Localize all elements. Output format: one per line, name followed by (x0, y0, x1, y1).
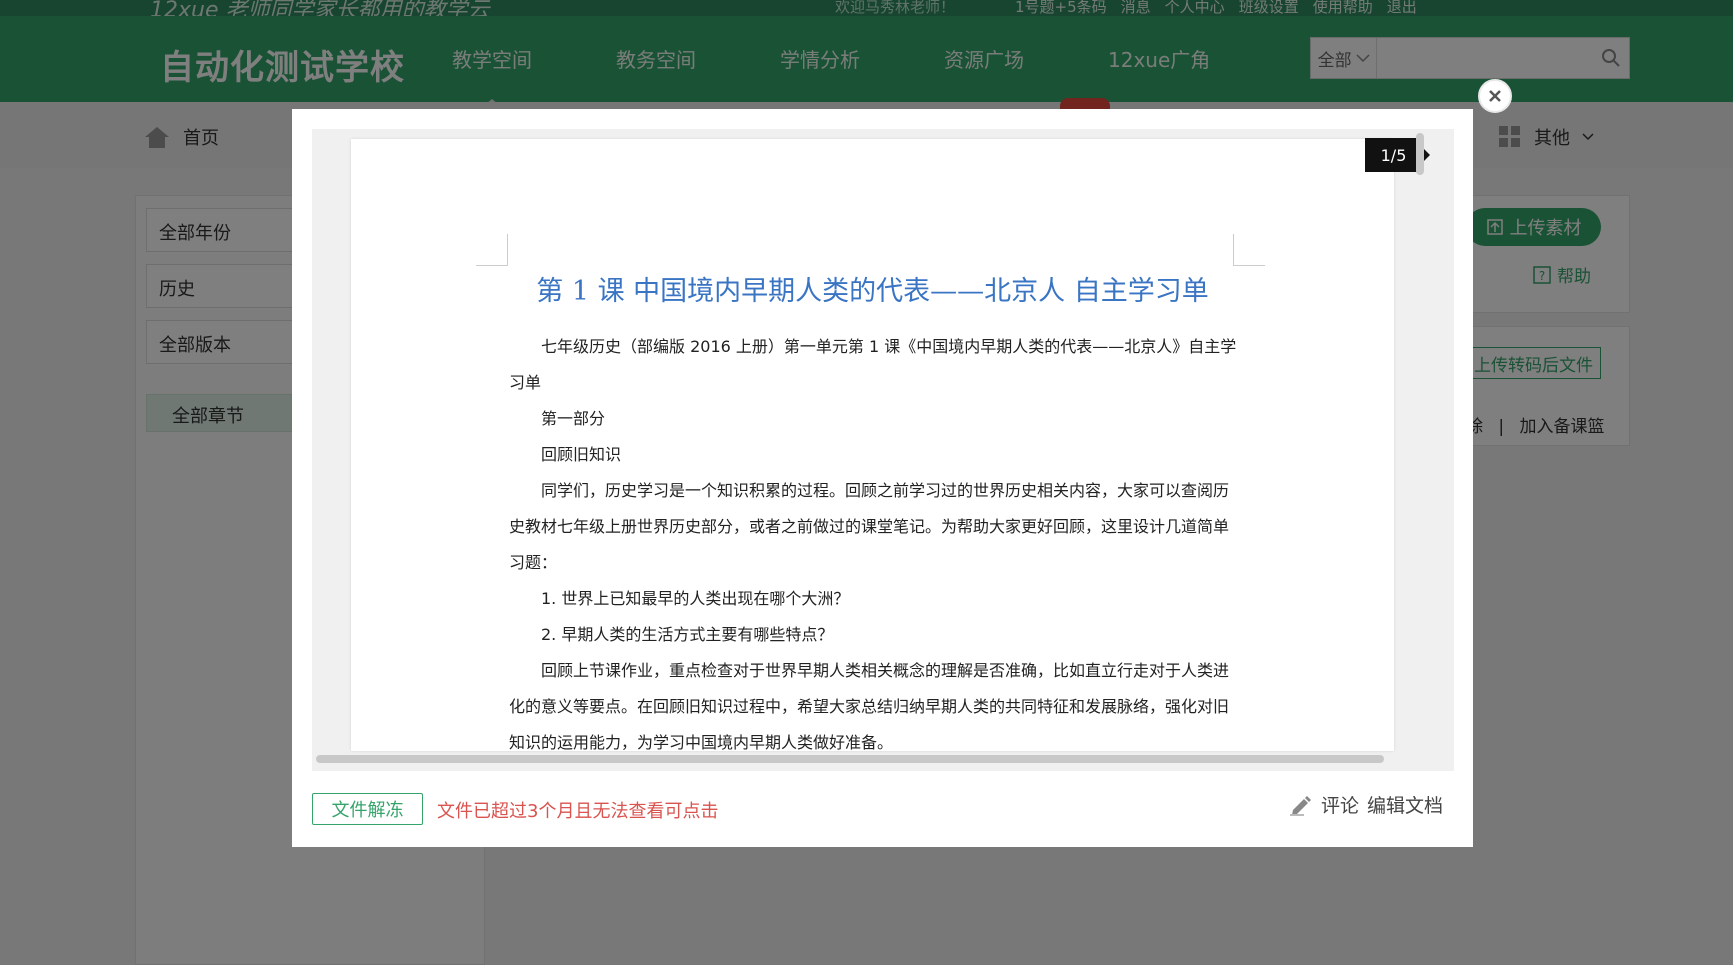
expired-warning[interactable]: 文件已超过3个月且无法查看可点击 (437, 797, 718, 823)
document-body: 七年级历史（部编版 2016 上册）第一单元第 1 课《中国境内早期人类的代表—… (509, 329, 1239, 751)
page-corner-mark (476, 234, 508, 266)
doc-paragraph: 回顾上节课作业，重点检查对于世界早期人类相关概念的理解是否准确，比如直立行走对于… (509, 661, 1230, 751)
comment-link[interactable]: 评论 (1321, 791, 1359, 818)
page-corner-mark (1233, 234, 1265, 266)
document-title: 第 1 课 中国境内早期人类的代表——北京人 自主学习单 (536, 276, 1209, 307)
doc-paragraph: 同学们，历史学习是一个知识积累的过程。回顾之前学习过的世界历史相关内容，大家可以… (509, 481, 1230, 572)
document-page: 第 1 课 中国境内早期人类的代表——北京人 自主学习单 七年级历史（部编版 2… (351, 139, 1394, 751)
doc-paragraph: 2. 早期人类的生活方式主要有哪些特点？ (541, 625, 834, 644)
edit-document-link[interactable]: 编辑文档 (1367, 791, 1443, 818)
doc-paragraph: 七年级历史（部编版 2016 上册）第一单元第 1 课《中国境内早期人类的代表—… (509, 337, 1237, 392)
document-viewer[interactable]: 第 1 课 中国境内早期人类的代表——北京人 自主学习单 七年级历史（部编版 2… (312, 129, 1454, 771)
doc-paragraph: 1. 世界上已知最早的人类出现在哪个大洲？ (541, 589, 850, 608)
horizontal-scrollbar[interactable] (316, 755, 1384, 763)
pencil-icon (1290, 795, 1311, 816)
close-icon (1489, 90, 1501, 102)
modal-close-button[interactable] (1478, 79, 1512, 113)
document-preview-modal: 第 1 课 中国境内早期人类的代表——北京人 自主学习单 七年级历史（部编版 2… (292, 109, 1473, 847)
unfreeze-file-button[interactable]: 文件解冻 (312, 793, 423, 825)
edit-actions: 评论 编辑文档 (1289, 791, 1443, 818)
doc-paragraph: 回顾旧知识 (541, 445, 622, 464)
page-indicator: 1/5 (1365, 138, 1430, 172)
doc-paragraph: 第一部分 (541, 409, 606, 428)
vertical-scrollbar[interactable] (1416, 133, 1424, 175)
